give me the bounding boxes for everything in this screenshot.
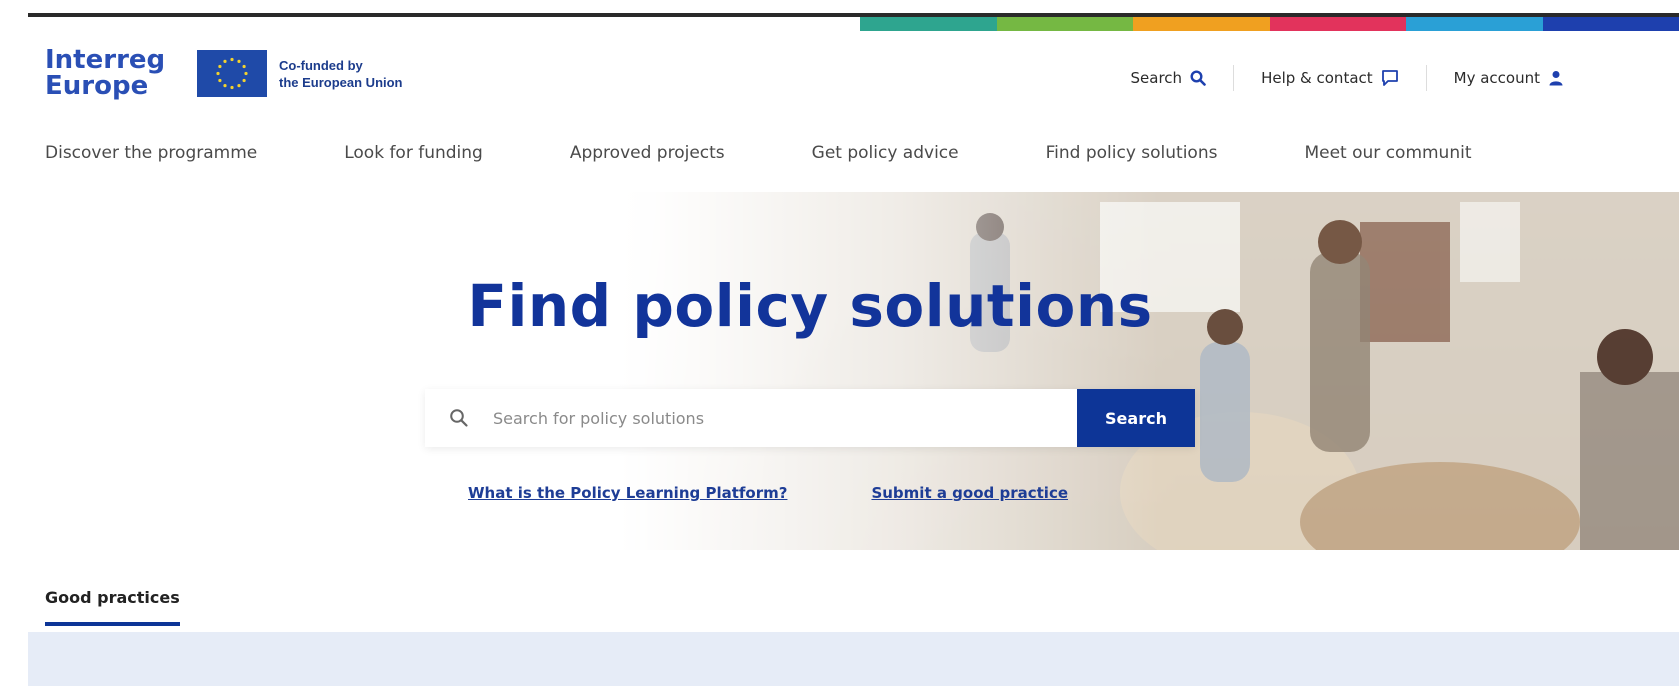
utility-help-label: Help & contact [1261,69,1373,87]
utility-my-account[interactable]: My account [1427,65,1564,91]
link-policy-learning-platform[interactable]: What is the Policy Learning Platform? [468,484,787,502]
search-icon [425,389,493,447]
nav-meet-community[interactable]: Meet our communit [1304,143,1471,163]
utility-search[interactable]: Search [1104,65,1235,91]
user-icon [1548,70,1564,86]
policy-search-box: Search [425,389,1195,447]
content-tabs: Good practices [45,588,180,626]
logo-line2: Europe [45,71,149,101]
tab-good-practices[interactable]: Good practices [45,588,180,626]
interreg-logo[interactable]: Interreg Europe [45,47,165,99]
strip-segment-6 [1542,17,1679,31]
utility-help-contact[interactable]: Help & contact [1234,65,1427,91]
cofunded-label: Co-funded by the European Union [279,57,403,91]
nav-approved-projects[interactable]: Approved projects [570,143,725,163]
utility-account-label: My account [1453,69,1540,87]
utility-search-label: Search [1130,69,1183,87]
nav-get-policy-advice[interactable]: Get policy advice [812,143,959,163]
eu-flag-icon [197,50,267,97]
hero-section: Find policy solutions Search What is the… [0,192,1679,550]
strip-segment-2 [996,17,1133,31]
hero-links: What is the Policy Learning Platform? Su… [468,484,1152,502]
cofunded-line2: the European Union [279,75,403,90]
main-nav: Discover the programme Look for funding … [45,143,1559,163]
nav-find-policy-solutions[interactable]: Find policy solutions [1046,143,1218,163]
utility-nav: Search Help & contact My account [1104,65,1564,91]
nav-look-for-funding[interactable]: Look for funding [344,143,483,163]
strip-segment-4 [1269,17,1406,31]
strip-segment-5 [1406,17,1543,31]
page-title: Find policy solutions [467,272,1153,340]
policy-search-input[interactable] [493,389,1077,447]
content-band [28,632,1679,686]
search-icon [1190,70,1206,86]
strip-segment-1 [860,17,997,31]
brand-color-strip [860,17,1679,31]
site-header: Interreg Europe Co-funded by the Europea… [45,45,1679,105]
cofunded-line1: Co-funded by [279,58,363,73]
link-submit-good-practice[interactable]: Submit a good practice [871,484,1068,502]
page: Interreg Europe Co-funded by the Europea… [0,0,1679,686]
strip-segment-3 [1133,17,1270,31]
policy-search-button[interactable]: Search [1077,389,1195,447]
chat-icon [1381,69,1399,87]
nav-discover-programme[interactable]: Discover the programme [45,143,257,163]
